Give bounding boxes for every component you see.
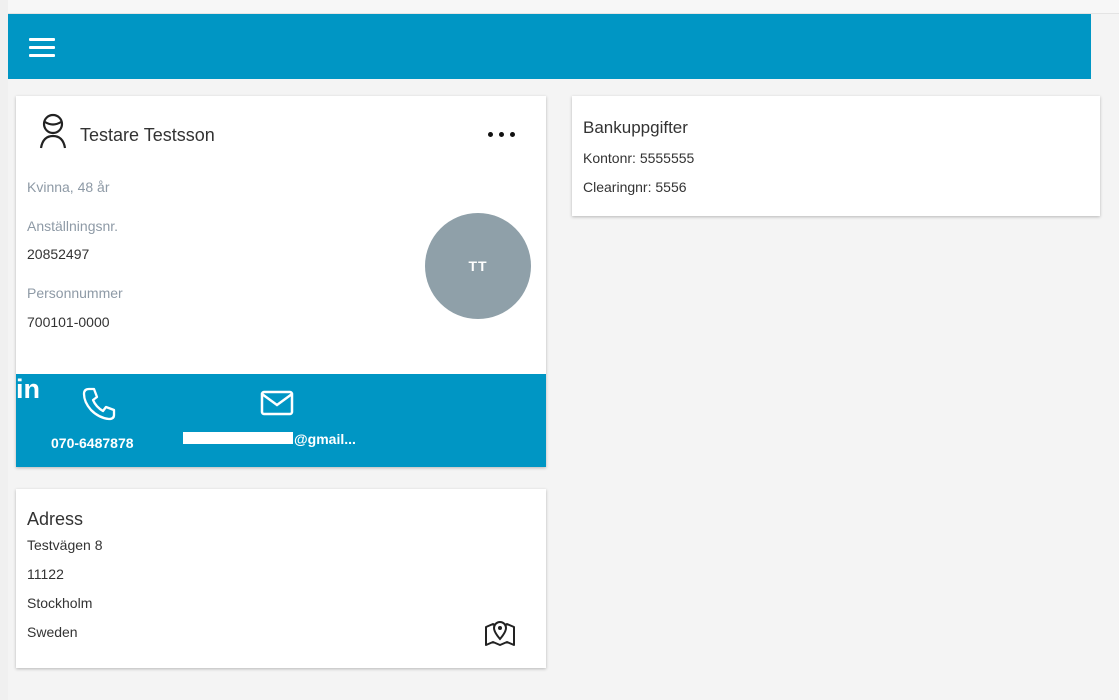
mail-icon[interactable] (259, 389, 295, 417)
browser-top-strip (0, 0, 1119, 14)
app-bar (8, 14, 1091, 79)
bank-title: Bankuppgifter (583, 118, 688, 137)
menu-icon[interactable] (29, 38, 55, 58)
address-city: Stockholm (27, 595, 93, 611)
phone-icon[interactable] (81, 386, 117, 422)
address-zip: 11122 (27, 566, 64, 582)
phone-number[interactable]: 070-6487878 (51, 435, 134, 451)
avatar: TT (425, 213, 531, 319)
more-options-icon[interactable] (484, 124, 520, 144)
person-name: Testare Testsson (80, 125, 215, 145)
bank-clearing: Clearingnr: 5556 (583, 179, 687, 195)
address-title: Adress (27, 509, 84, 529)
person-icon (39, 113, 67, 149)
redacted-email-part (183, 432, 293, 445)
email-domain: @gmail... (294, 431, 356, 447)
contact-bar: in 070-6487878 @gmail... (16, 374, 546, 467)
left-edge-strip (0, 0, 8, 700)
profile-card: Testare Testsson Kvinna, 48 år Anställni… (16, 96, 546, 467)
bank-card: Bankuppgifter Kontonr: 5555555 Clearingn… (572, 96, 1100, 216)
ssn-label: Personnummer (27, 285, 123, 301)
map-pin-icon[interactable] (484, 619, 516, 647)
bank-account: Kontonr: 5555555 (583, 150, 695, 166)
email-address[interactable]: @gmail... (183, 431, 356, 447)
gender-age: Kvinna, 48 år (27, 179, 110, 195)
ssn: 700101-0000 (27, 314, 110, 330)
address-card: Adress Testvägen 8 11122 Stockholm Swede… (16, 489, 546, 668)
address-street: Testvägen 8 (27, 537, 103, 553)
employee-number-label: Anställningsnr. (27, 218, 119, 234)
address-country: Sweden (27, 624, 78, 640)
employee-number: 20852497 (27, 246, 90, 262)
